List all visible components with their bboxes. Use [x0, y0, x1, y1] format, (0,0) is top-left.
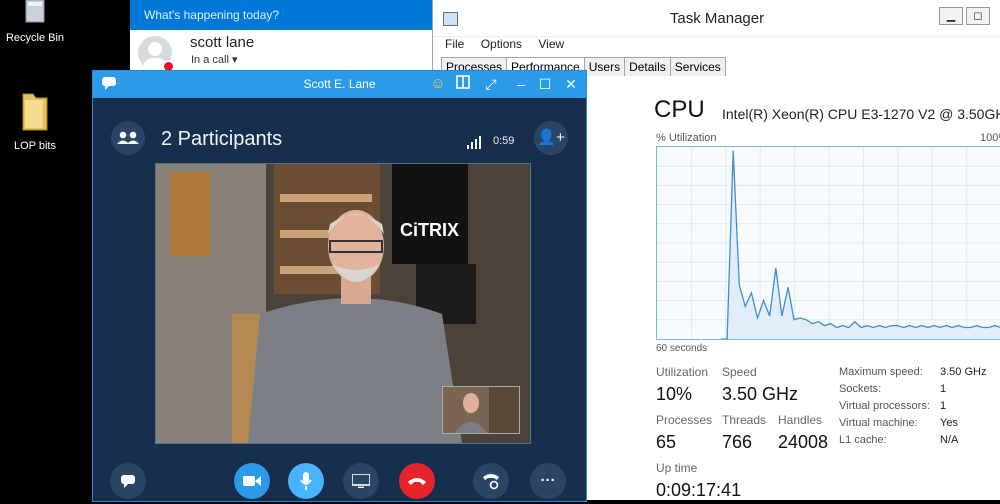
layout-icon[interactable] — [454, 75, 472, 93]
spec-value: N/A — [940, 434, 959, 446]
close-button[interactable]: ✕ — [562, 75, 580, 93]
utilization-label: Utilization — [656, 365, 709, 379]
cpu-area — [721, 150, 1000, 339]
processes-value: 65 — [656, 432, 677, 452]
citrix-logo: CiTRIX — [400, 220, 459, 240]
spec-value: 1 — [940, 383, 947, 395]
chat-button[interactable] — [110, 463, 146, 499]
threads-value: 766 — [722, 432, 753, 452]
spec-key: Maximum speed: — [839, 366, 923, 378]
menu-view[interactable]: View — [538, 37, 564, 51]
desktop-icon-label: Recycle Bin — [5, 32, 65, 44]
menu-bar: File Options View — [445, 37, 577, 51]
skype-call-window: Scott E. Lane ☺ ⤢ – ☐ ✕ 2 Participants 0… — [92, 70, 587, 502]
spec-key: Sockets: — [839, 383, 882, 395]
menu-file[interactable]: File — [445, 37, 464, 51]
minimize-button[interactable]: – — [512, 75, 530, 93]
cpu-graph — [656, 146, 1000, 340]
uptime-label: Up time — [656, 461, 698, 475]
folder-icon — [22, 93, 48, 131]
monitor-icon — [351, 473, 371, 489]
handles-value: 24008 — [778, 432, 829, 452]
whats-happening-bar[interactable]: What's happening today? — [130, 0, 432, 30]
cpu-heading: CPU — [654, 96, 705, 123]
microphone-icon — [300, 472, 312, 490]
more-options-button[interactable]: ··· — [530, 463, 566, 499]
ellipsis-icon: ··· — [540, 472, 556, 489]
contact-row[interactable]: scott lane In a call ▾ — [130, 30, 432, 73]
threads-label: Threads — [722, 413, 767, 427]
status-text: In a call — [191, 54, 229, 66]
fullscreen-icon[interactable]: ⤢ — [482, 75, 500, 93]
speed-value: 3.50 GHz — [722, 384, 799, 404]
desktop-icon-lop-bits[interactable]: LOP bits — [0, 90, 75, 152]
emoji-button[interactable]: ☺ — [429, 75, 447, 93]
signal-icon — [467, 136, 481, 149]
menu-options[interactable]: Options — [481, 37, 522, 51]
call-titlebar[interactable]: Scott E. Lane ☺ ⤢ – ☐ ✕ — [93, 71, 586, 98]
contact-name: scott lane — [190, 34, 255, 51]
tab-services[interactable]: Services — [669, 57, 726, 77]
maximize-button[interactable]: ◻ — [966, 7, 990, 25]
titlebar[interactable]: Task Manager ▁ ◻ — [433, 0, 1000, 37]
add-person-icon: 👤+ — [537, 129, 565, 146]
hang-up-icon — [408, 478, 426, 485]
desktop-icon-recycle-bin[interactable]: Recycle Bin — [0, 0, 75, 44]
call-timer: 0:59 — [493, 135, 515, 147]
recycle-bin-icon — [25, 0, 45, 23]
cpu-model: Intel(R) Xeon(R) CPU E3-1270 V2 @ 3.50GH… — [722, 106, 1000, 122]
processes-label: Processes — [656, 413, 713, 427]
contact-status[interactable]: In a call ▾ — [191, 53, 238, 66]
tab-details[interactable]: Details — [624, 57, 671, 77]
participants-button[interactable] — [111, 121, 145, 155]
minimize-button[interactable]: ▁ — [939, 7, 963, 25]
maximize-button[interactable]: ☐ — [536, 75, 554, 93]
remote-video: CiTRIX — [155, 163, 531, 444]
spec-value: Yes — [940, 417, 958, 429]
call-header: 2 Participants 0:59 👤+ — [93, 98, 586, 166]
window-title: Task Manager — [669, 10, 765, 27]
desktop-icon-label: LOP bits — [14, 140, 56, 152]
video-camera-icon — [243, 476, 261, 486]
spec-key: Virtual machine: — [839, 417, 918, 429]
uptime-value: 0:09:17:41 — [656, 480, 742, 500]
dialpad-button[interactable] — [473, 463, 509, 499]
speed-label: Speed — [722, 365, 757, 379]
spec-value: 1 — [940, 400, 947, 412]
self-view[interactable] — [442, 386, 520, 434]
tab-users[interactable]: Users — [583, 57, 626, 77]
participants-count: 2 Participants — [161, 128, 283, 150]
video-toggle-button[interactable] — [234, 463, 270, 499]
handles-label: Handles — [778, 413, 823, 427]
spec-key: Virtual processors: — [839, 400, 930, 412]
spec-value: 3.50 GHz — [940, 366, 987, 378]
people-icon — [117, 131, 139, 144]
spec-key: L1 cache: — [839, 434, 887, 446]
phone-settings-icon — [483, 474, 499, 490]
utilization-axis-label: % Utilization — [656, 132, 717, 144]
share-screen-button[interactable] — [343, 463, 379, 499]
utilization-max-label: 100% — [980, 132, 1000, 144]
chat-icon — [121, 475, 135, 488]
end-call-button[interactable] — [399, 463, 435, 499]
add-participant-button[interactable]: 👤+ — [534, 121, 568, 155]
utilization-value: 10% — [656, 384, 693, 404]
graph-time-label: 60 seconds — [656, 343, 708, 354]
cpu-graph-svg — [657, 147, 1000, 340]
mute-button[interactable] — [288, 463, 324, 499]
chevron-down-icon: ▾ — [231, 54, 238, 66]
